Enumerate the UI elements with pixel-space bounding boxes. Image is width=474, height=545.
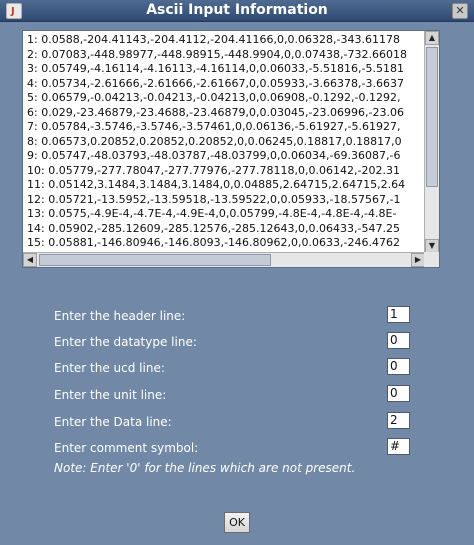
data-line-label: Enter the Data line: bbox=[54, 415, 172, 429]
ok-button[interactable]: OK bbox=[224, 512, 250, 533]
horizontal-scroll-thumb[interactable] bbox=[39, 254, 271, 266]
title-bar[interactable]: J Ascii Input Information ✕ bbox=[0, 0, 474, 22]
data-line: 15: 0.05881,-146.80946,-146.8093,-146.80… bbox=[27, 236, 400, 249]
scroll-up-icon[interactable]: ▲ bbox=[425, 31, 439, 45]
data-line-input[interactable]: 2 bbox=[387, 412, 410, 429]
data-line: 6: 0.029,-23.46879,-23.4688,-23.46879,0,… bbox=[27, 105, 404, 119]
data-line: 14: 0.05902,-285.12609,-285.12576,-285.1… bbox=[27, 221, 400, 235]
comment-symbol-input[interactable]: # bbox=[387, 438, 410, 455]
header-line-label: Enter the header line: bbox=[54, 309, 186, 323]
data-line: 7: 0.05784,-3.5746,-3.5746,-3.57461,0,0.… bbox=[27, 120, 401, 133]
data-line: 3: 0.05749,-4.16114,-4.16113,-4.16114,0,… bbox=[27, 62, 404, 75]
vertical-scroll-thumb[interactable] bbox=[426, 47, 438, 187]
unit-line-input[interactable]: 0 bbox=[387, 385, 410, 402]
close-icon[interactable]: ✕ bbox=[452, 3, 468, 19]
horizontal-scrollbar[interactable]: ◀ ▶ bbox=[23, 252, 425, 267]
scroll-down-icon[interactable]: ▼ bbox=[425, 239, 439, 253]
data-line: 11: 0.05142,3.1484,3.1484,3.1484,0,0.048… bbox=[27, 178, 406, 191]
data-line: 1: 0.0588,-204.41143,-204.4112,-204.4116… bbox=[27, 33, 400, 46]
data-line: 12: 0.05721,-13.5952,-13.59518,-13.59522… bbox=[27, 192, 401, 206]
unit-line-label: Enter the unit line: bbox=[54, 388, 167, 402]
vertical-scrollbar[interactable]: ▲ ▼ bbox=[424, 31, 439, 253]
ucd-line-input[interactable]: 0 bbox=[387, 358, 410, 375]
comment-symbol-label: Enter comment symbol: bbox=[54, 441, 199, 455]
data-preview-pane[interactable]: 1: 0.0588,-204.41143,-204.4112,-204.4116… bbox=[22, 30, 440, 268]
datatype-line-label: Enter the datatype line: bbox=[54, 335, 197, 349]
datatype-line-input[interactable]: 0 bbox=[387, 332, 410, 349]
data-line: 10: 0.05779,-277.78047,-277.77976,-277.7… bbox=[27, 163, 400, 177]
ucd-line-label: Enter the ucd line: bbox=[54, 361, 165, 375]
scroll-left-icon[interactable]: ◀ bbox=[23, 253, 37, 267]
data-line: 8: 0.06573,0.20852,0.20852,0.20852,0,0.0… bbox=[27, 134, 402, 148]
data-line: 9: 0.05747,-48.03793,-48.03787,-48.03799… bbox=[27, 149, 401, 162]
ascii-input-dialog: J Ascii Input Information ✕ 1: 0.0588,-2… bbox=[0, 0, 474, 545]
data-line: 2: 0.07083,-448.98977,-448.98915,-448.99… bbox=[27, 47, 407, 61]
note-text: Note: Enter '0' for the lines which are … bbox=[54, 461, 356, 475]
data-line: 13: 0.0575,-4.9E-4,-4.7E-4,-4.9E-4,0,0.0… bbox=[27, 207, 397, 220]
scrollbar-corner bbox=[424, 252, 439, 267]
data-line: 5: 0.06579,-0.04213,-0.04213,-0.04213,0,… bbox=[27, 91, 401, 104]
data-preview-lines: 1: 0.0588,-204.41143,-204.4112,-204.4116… bbox=[23, 31, 425, 253]
scroll-right-icon[interactable]: ▶ bbox=[411, 253, 425, 267]
window-title: Ascii Input Information bbox=[146, 2, 328, 18]
header-line-input[interactable]: 1 bbox=[387, 306, 410, 323]
data-line: 4: 0.05734,-2.61666,-2.61666,-2.61667,0,… bbox=[27, 76, 404, 90]
